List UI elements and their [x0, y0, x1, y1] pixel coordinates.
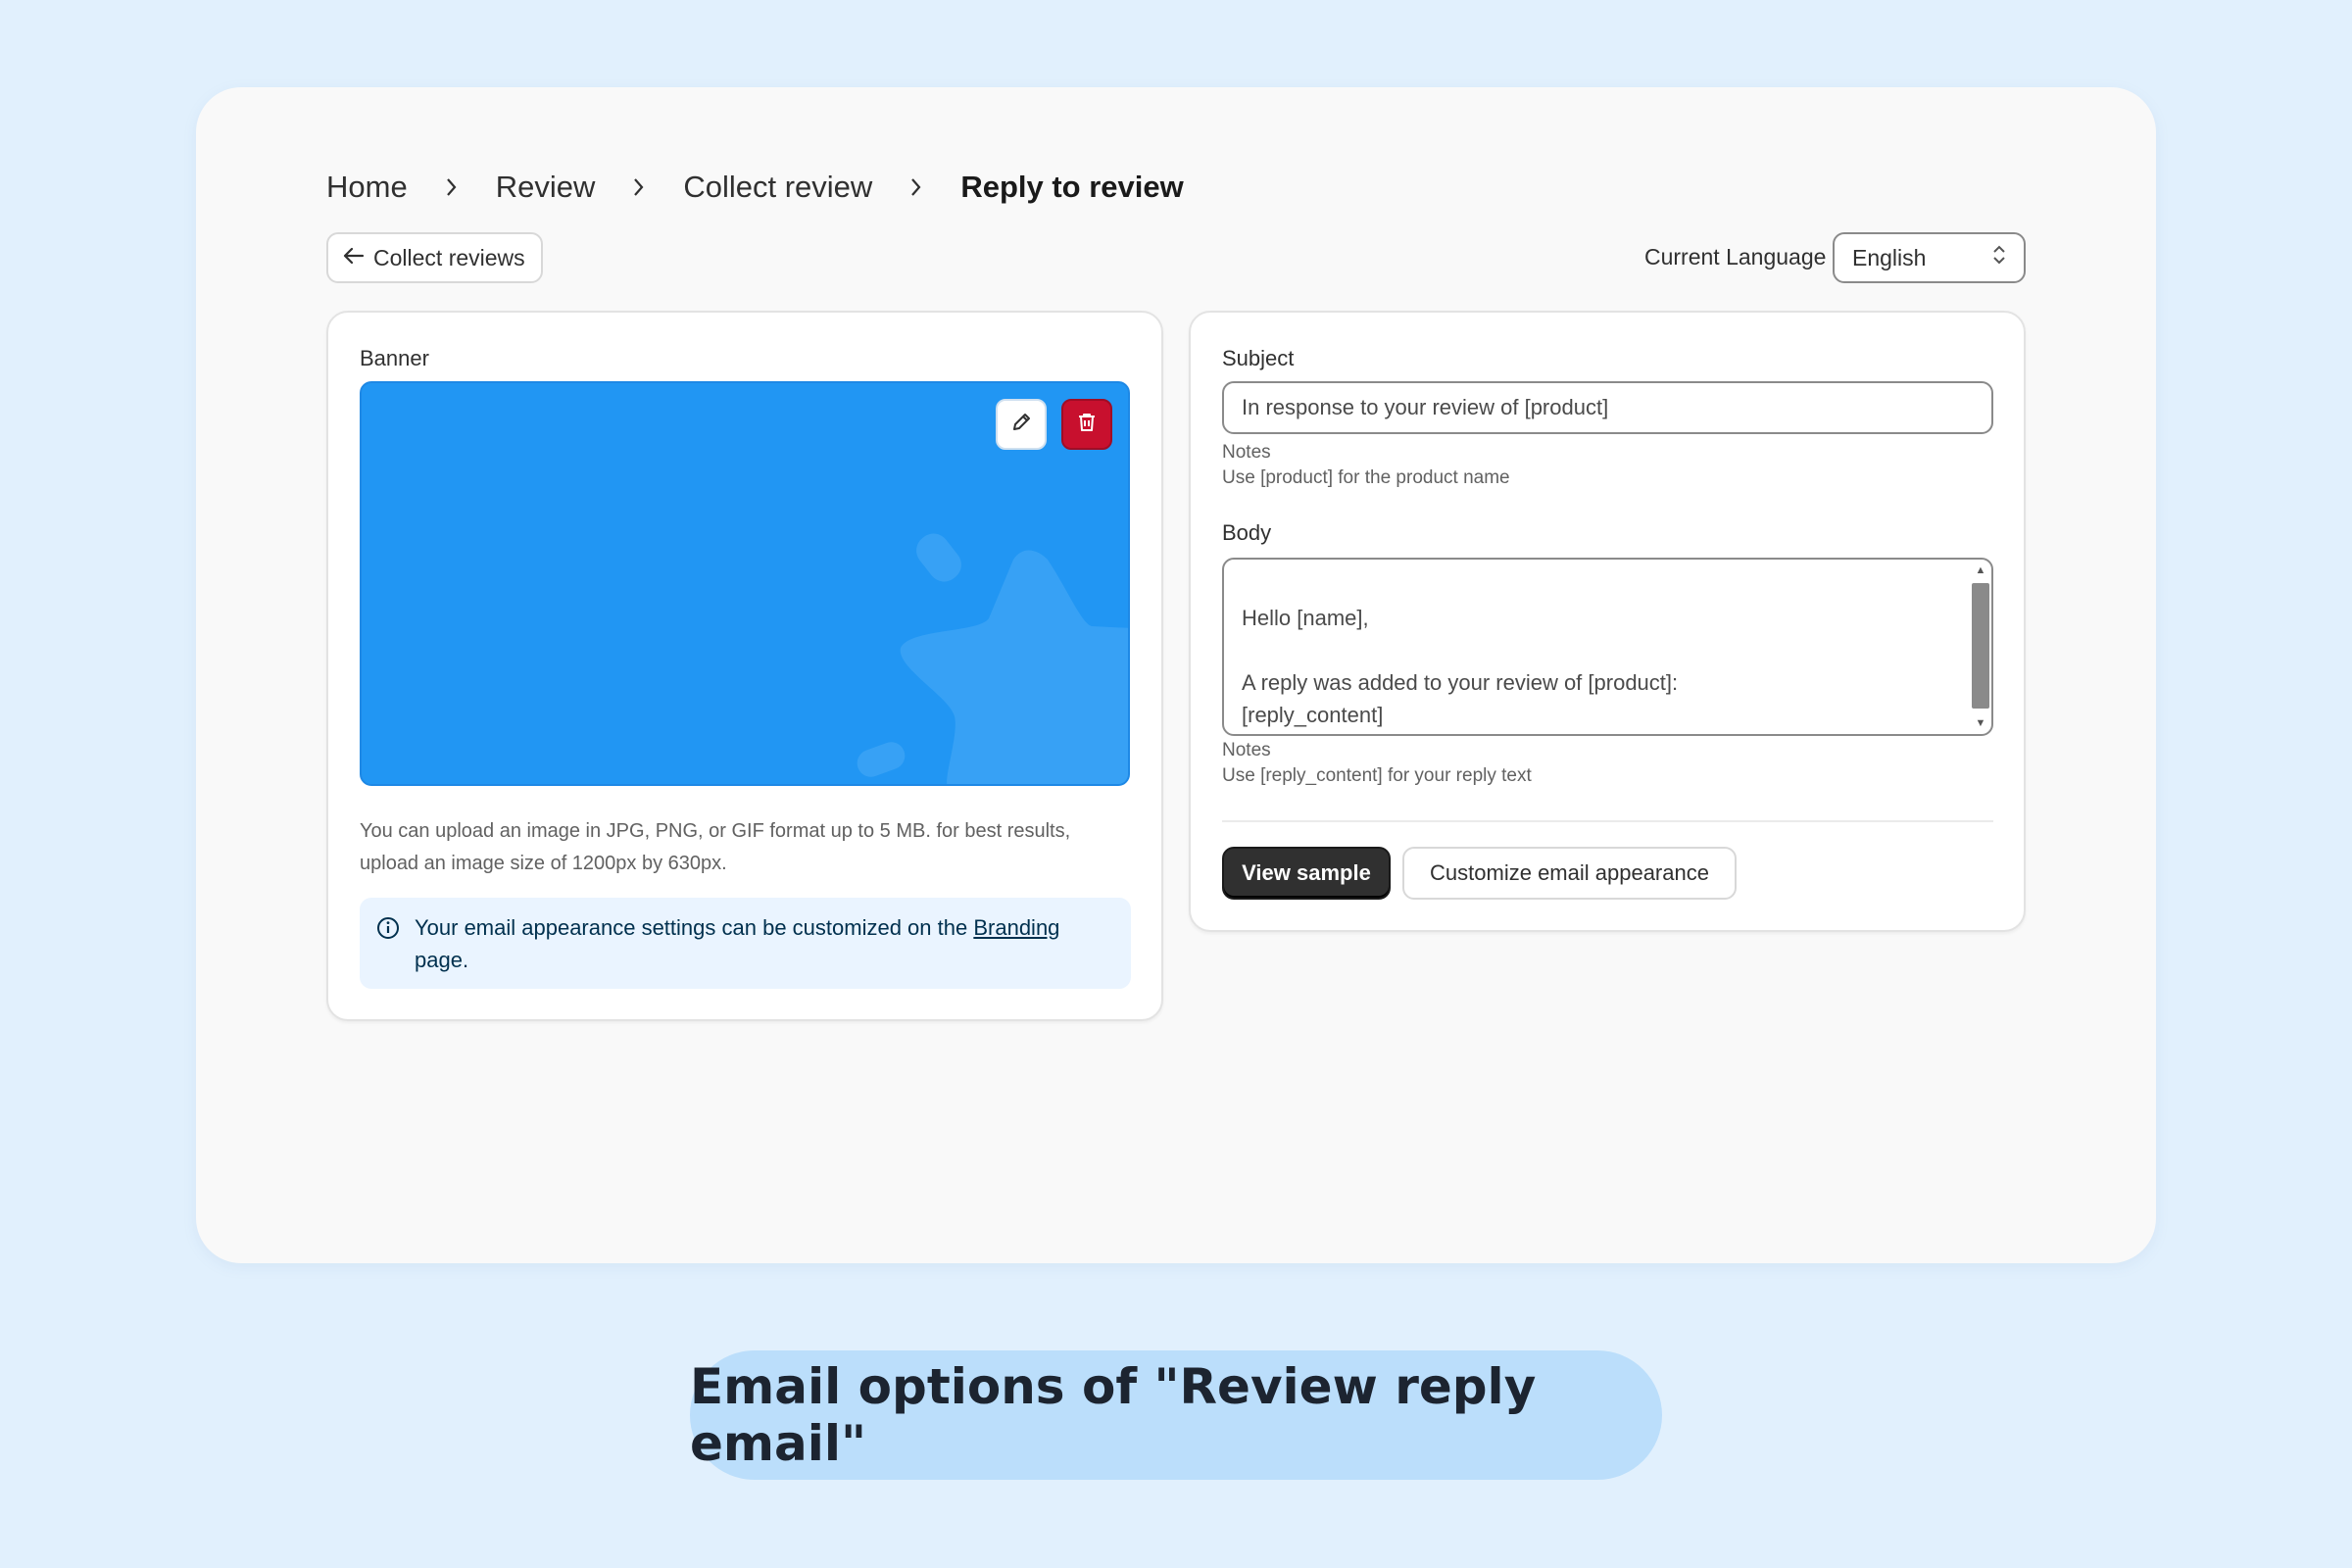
breadcrumb-home[interactable]: Home	[326, 170, 408, 205]
customize-email-button[interactable]: Customize email appearance	[1402, 847, 1737, 900]
body-textarea[interactable]: Hello [name], A reply was added to your …	[1222, 558, 1993, 736]
delete-banner-button[interactable]	[1061, 399, 1112, 450]
subject-notes: Use [product] for the product name	[1222, 467, 1510, 488]
arrow-left-icon	[342, 245, 366, 271]
info-text: Your email appearance settings can be cu…	[415, 915, 968, 940]
info-icon	[375, 915, 401, 950]
caption: Email options of "Review reply email"	[690, 1350, 1662, 1480]
breadcrumb-collect-review[interactable]: Collect review	[683, 170, 872, 205]
scrollbar-thumb[interactable]	[1972, 583, 1989, 709]
subject-label: Subject	[1222, 346, 1295, 370]
language-value: English	[1852, 244, 1927, 270]
breadcrumb-current: Reply to review	[960, 170, 1184, 204]
banner-label: Banner	[360, 346, 429, 370]
body-scrollbar[interactable]: ▲ ▼	[1970, 562, 1989, 732]
branding-link[interactable]: Branding	[973, 915, 1059, 940]
banner-help-text: You can upload an image in JPG, PNG, or …	[360, 820, 1071, 874]
body-notes-title: Notes	[1222, 740, 1271, 760]
select-arrows-icon	[1992, 243, 2006, 272]
divider	[1222, 820, 1993, 822]
banner-image	[360, 381, 1130, 786]
breadcrumb: Home Review Collect review Reply to revi…	[326, 158, 1184, 217]
main-card: Home Review Collect review Reply to revi…	[196, 87, 2156, 1263]
back-button-label: Collect reviews	[373, 244, 525, 270]
chevron-right-icon	[445, 176, 459, 198]
subject-notes-title: Notes	[1222, 442, 1271, 463]
body-value: Hello [name], A reply was added to your …	[1242, 606, 1679, 727]
subject-value: In response to your review of [product]	[1242, 395, 1609, 419]
info-suffix: page.	[415, 948, 469, 972]
breadcrumb-review[interactable]: Review	[496, 170, 596, 205]
chevron-right-icon	[909, 176, 923, 198]
language-label: Current Language	[1644, 244, 1827, 270]
subject-input[interactable]: In response to your review of [product]	[1222, 381, 1993, 434]
banner-panel: Banner You can upload an image in JPG, P…	[326, 311, 1163, 1021]
edit-banner-button[interactable]	[996, 399, 1047, 450]
pencil-icon	[1009, 411, 1033, 439]
trash-icon	[1075, 411, 1099, 439]
scroll-up-icon[interactable]: ▲	[1974, 564, 1987, 577]
body-notes: Use [reply_content] for your reply text	[1222, 765, 1532, 786]
scroll-down-icon[interactable]: ▼	[1974, 716, 1987, 730]
chevron-right-icon	[632, 176, 646, 198]
view-sample-button[interactable]: View sample	[1222, 847, 1391, 900]
back-button[interactable]: Collect reviews	[326, 232, 543, 283]
language-select[interactable]: English	[1833, 232, 2026, 283]
body-label: Body	[1222, 520, 1272, 545]
branding-info-banner: Your email appearance settings can be cu…	[360, 898, 1131, 989]
email-panel: Subject In response to your review of [p…	[1189, 311, 2026, 932]
